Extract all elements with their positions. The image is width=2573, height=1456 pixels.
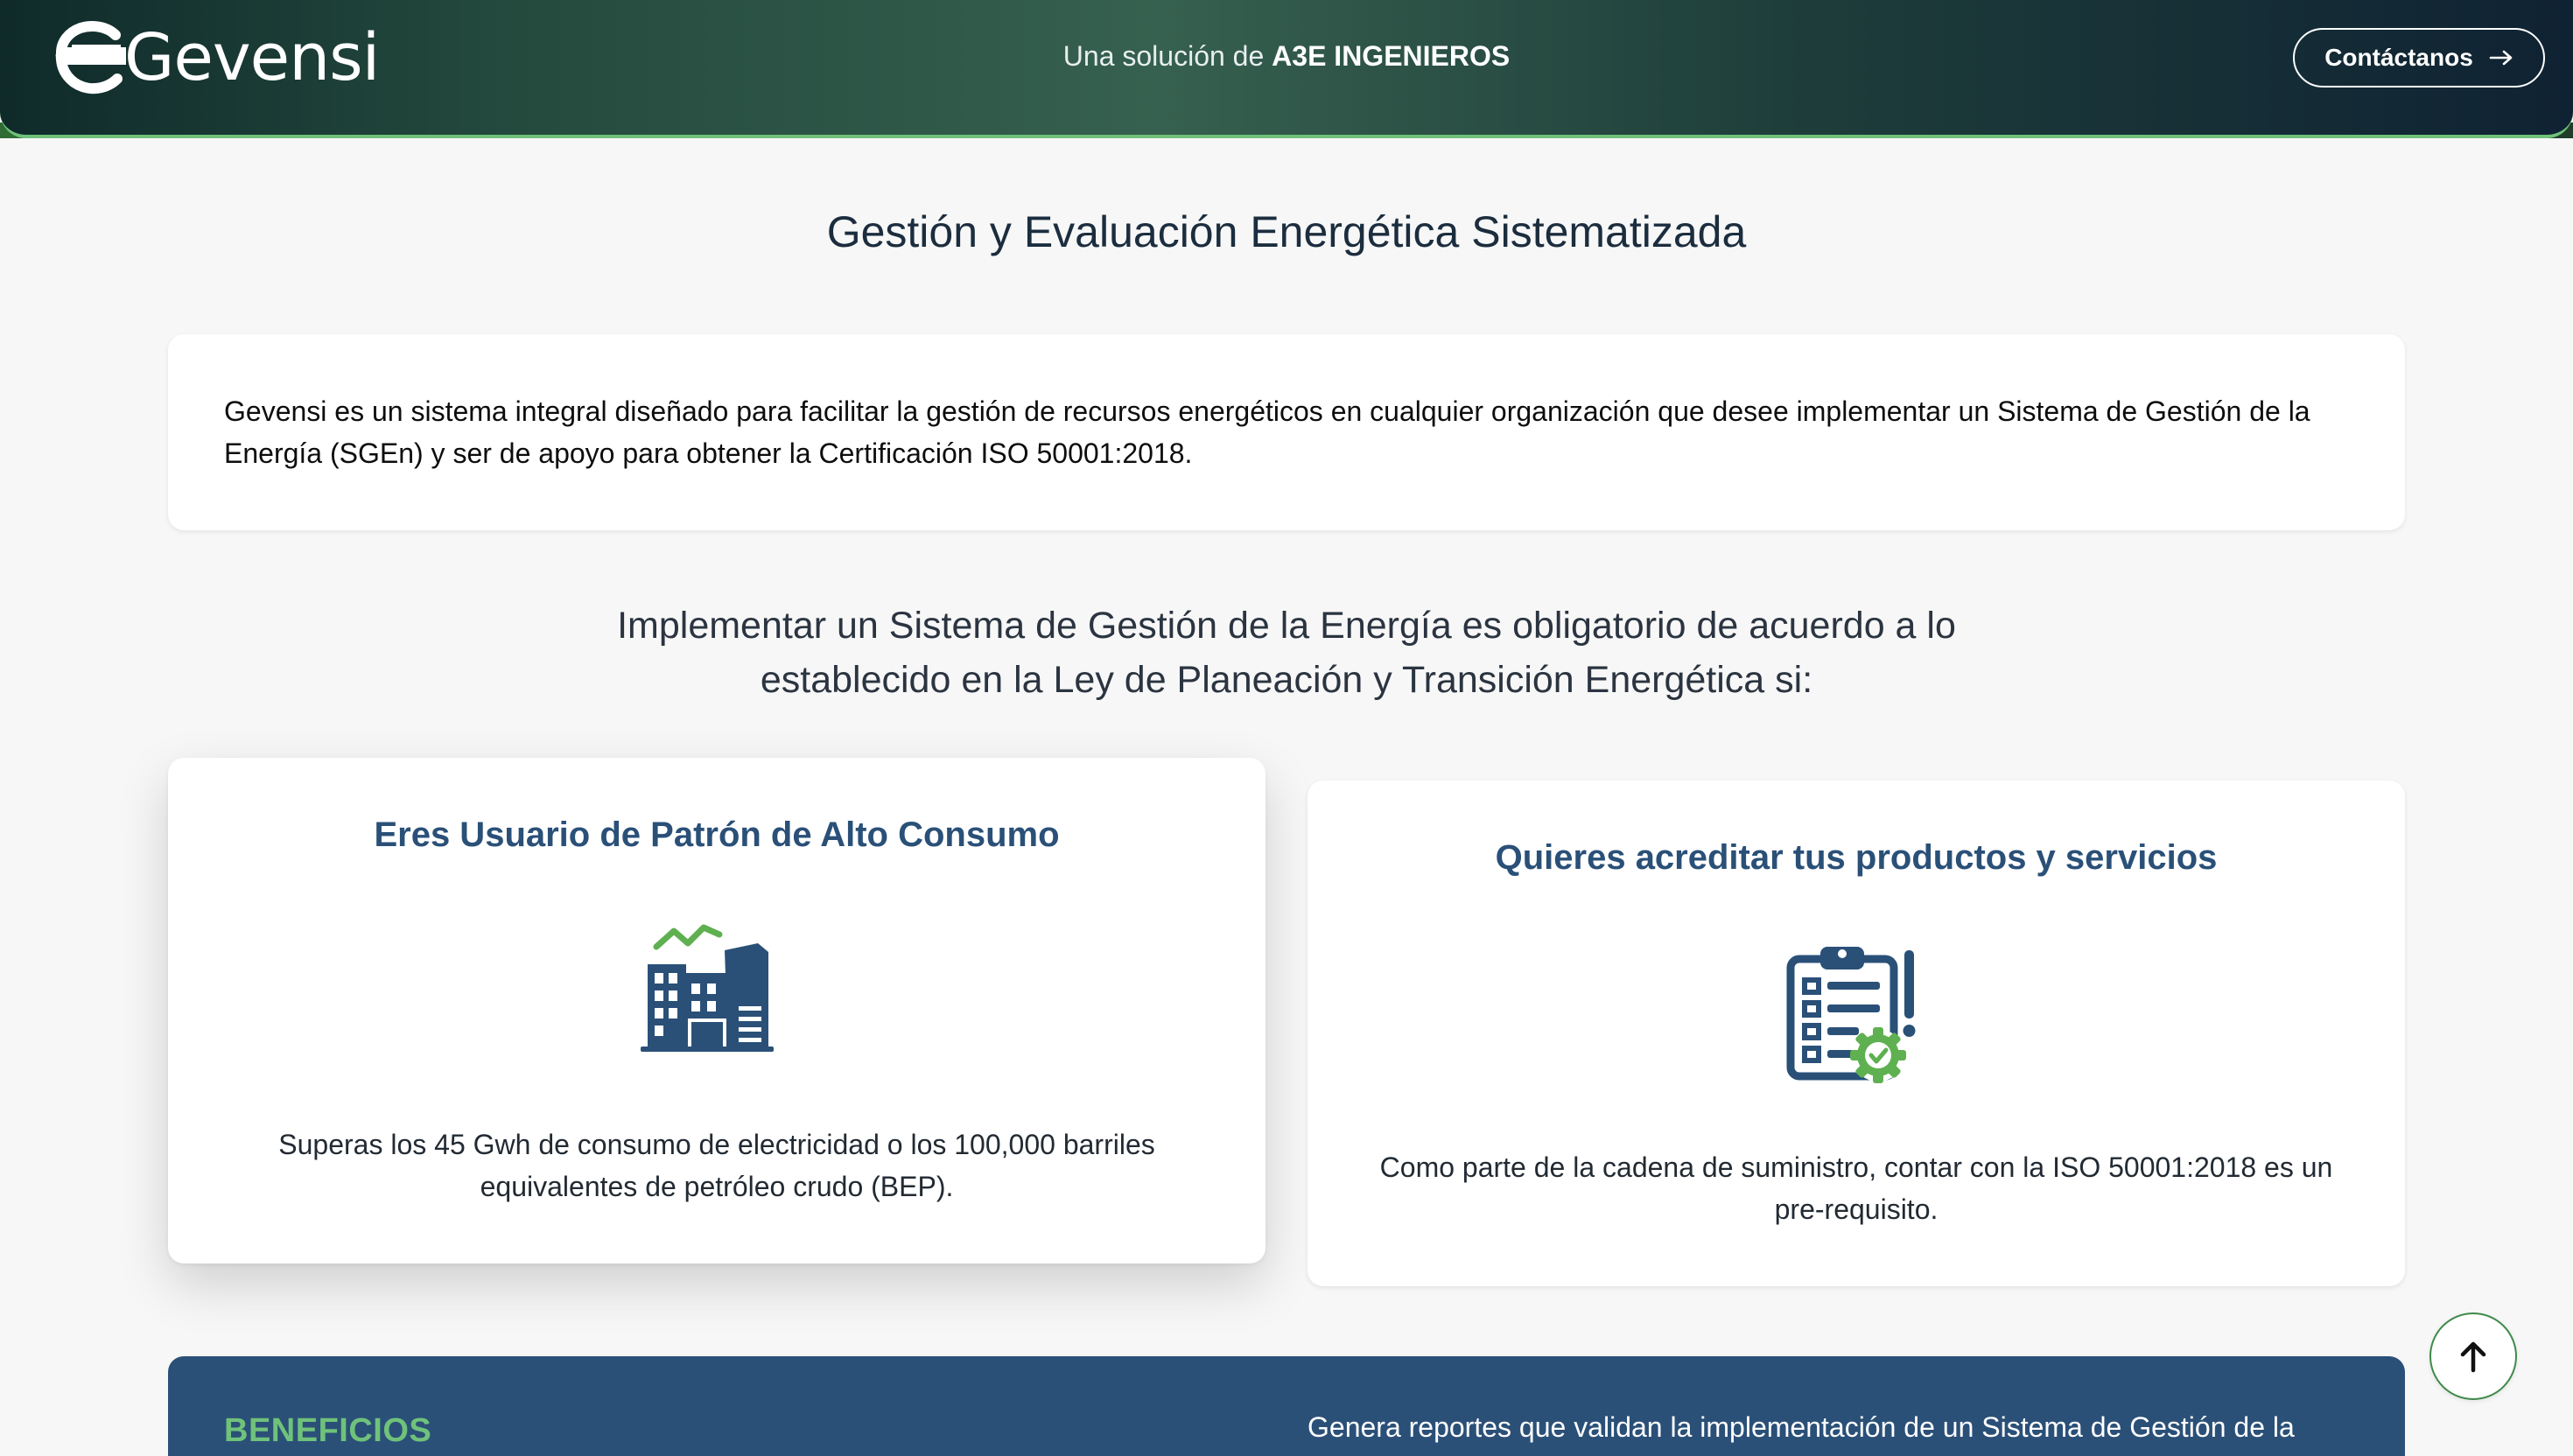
intro-card: Gevensi es un sistema integral diseñado … [168, 334, 2405, 530]
header-tagline: Una solución de A3E INGENIEROS [0, 38, 2573, 74]
page-title: Gestión y Evaluación Energética Sistemat… [826, 207, 1747, 256]
obligation-subheading: Implementar un Sistema de Gestión de la … [617, 605, 1956, 701]
card-title: Quieres acreditar tus productos y servic… [1495, 838, 2218, 877]
contact-button-label: Contáctanos [2324, 44, 2473, 71]
card-accreditation: Quieres acreditar tus productos y servic… [1308, 780, 2405, 1286]
tagline-prefix: Una solución de [1062, 40, 1265, 72]
clipboard-check-icon [1786, 947, 1916, 1083]
card-description: Como parte de la cadena de suministro, c… [1379, 1152, 2333, 1225]
arrow-up-icon [2460, 1341, 2486, 1373]
buildings-chart-icon [641, 924, 774, 1052]
arrow-right-icon [2489, 50, 2513, 66]
benefits-heading: BENEFICIOS [224, 1412, 432, 1449]
tagline-brand: A3E INGENIEROS [1272, 40, 1511, 72]
site-header: Gevensi Una solución de A3E INGENIEROS C… [0, 0, 2573, 138]
benefits-text: Genera reportes que validan la implement… [1308, 1411, 2295, 1443]
scroll-to-top-button[interactable] [2429, 1312, 2517, 1400]
intro-text: Gevensi es un sistema integral diseñado … [224, 396, 2310, 469]
card-title: Eres Usuario de Patrón de Alto Consumo [374, 816, 1060, 854]
benefits-section: BENEFICIOS Genera reportes que validan l… [168, 1356, 2405, 1456]
card-description: Superas los 45 Gwh de consumo de electri… [278, 1129, 1155, 1202]
contact-button[interactable]: Contáctanos [2293, 28, 2545, 88]
card-high-consumption: Eres Usuario de Patrón de Alto Consumo S… [168, 758, 1265, 1264]
